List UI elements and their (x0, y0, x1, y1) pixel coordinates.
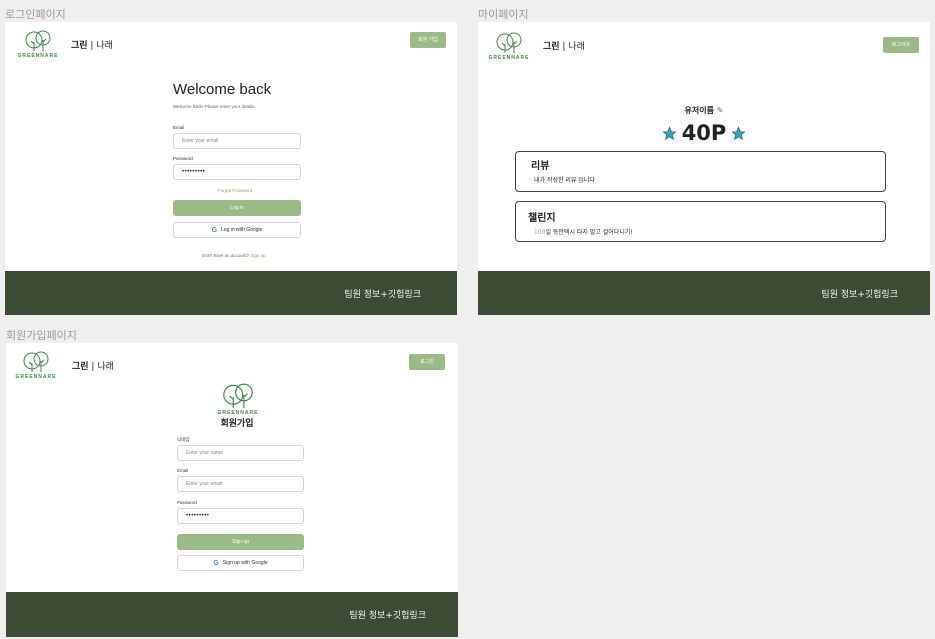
google-icon: G (213, 559, 219, 567)
login-nav-button[interactable]: 로그인 (409, 354, 445, 370)
email-field[interactable]: Enter your email (173, 133, 301, 149)
challenge-number: 100 (534, 229, 546, 236)
google-signup-label: Sign up with Google (222, 560, 268, 566)
review-card[interactable]: 리뷰 내가 작성한 리뷰 입니다 (515, 151, 886, 192)
login-subtitle: Welcome back! Please enter your details. (173, 104, 256, 109)
logo-text: GREENNARE (15, 374, 57, 380)
challenge-title: 챌린지 (528, 213, 556, 224)
tree-logo-icon (496, 32, 522, 53)
star-badge-icon (662, 125, 677, 140)
center-logo: GREENNARE (211, 383, 265, 416)
password-field[interactable]: ••••••••• (173, 164, 301, 180)
footer: 팀원 정보+깃헙링크 (5, 271, 457, 315)
brand-name: 그린 | 나래 (72, 359, 114, 372)
login-frame-label: 로그인페이지 (5, 8, 66, 21)
brand-rest: 나래 (97, 362, 114, 372)
forgot-password-link[interactable]: Forgot Password (218, 188, 252, 193)
brand-bold: 그린 (72, 362, 89, 372)
tree-logo-icon (23, 351, 49, 372)
mypage-frame-label: 마이페이지 (478, 8, 529, 21)
logout-button[interactable]: 로그아웃 (883, 37, 919, 53)
google-signup-button[interactable]: G Sign up with Google (177, 555, 304, 571)
password-field[interactable]: ••••••••• (177, 508, 304, 524)
tree-logo-icon (25, 30, 51, 51)
brand-sep: | (559, 42, 569, 52)
logo-text: GREENNARE (17, 53, 59, 59)
mypage-frame: GREENNARE 그린 | 나래 로그아웃 유저이름 ✎ 40P 리뷰 내가 … (478, 22, 930, 315)
login-title: Welcome back (173, 81, 272, 98)
tree-logo-icon (223, 383, 253, 408)
email-label: Email (173, 125, 185, 130)
challenge-card[interactable]: 챌린지 100일 동안택시 타지 말고 걸어다니기! (515, 201, 886, 242)
footer: 팀원 정보+깃헙링크 (6, 592, 458, 637)
logo[interactable]: GREENNARE (13, 351, 59, 380)
signup-nav-button[interactable]: 회원 가입 (410, 32, 446, 48)
challenge-description: 일 동안택시 타지 말고 걸어다니기! (545, 229, 633, 236)
google-icon: G (211, 226, 218, 234)
review-title: 리뷰 (531, 161, 550, 172)
signup-title: 회원가입 (220, 419, 254, 429)
challenge-text: 100일 동안택시 타지 말고 걸어다니기! (534, 227, 633, 236)
password-label: Password (177, 500, 197, 505)
brand-sep: | (87, 41, 97, 51)
brand-bold: 그린 (543, 42, 560, 52)
google-login-button[interactable]: G Log in with Google (173, 222, 301, 238)
brand-bold: 그린 (71, 41, 88, 51)
email-label: Email (177, 468, 189, 473)
signup-frame: GREENNARE 그린 | 나래 로그인 GREENNARE 회원가입 닉네임… (6, 343, 458, 637)
signup-frame-label: 회원가입페이지 (6, 329, 77, 342)
no-account-text: Don't have an account? (202, 253, 250, 258)
footer-text[interactable]: 팀원 정보+깃헙링크 (821, 287, 898, 300)
logo-text: GREENNARE (488, 55, 530, 61)
footer-text[interactable]: 팀원 정보+깃헙링크 (349, 608, 426, 621)
star-badge-icon (731, 125, 746, 140)
footer-text[interactable]: 팀원 정보+깃헙링크 (344, 287, 421, 300)
login-button[interactable]: Log in (173, 200, 301, 216)
points-value: 40P (681, 121, 727, 145)
edit-pencil-icon[interactable]: ✎ (717, 106, 724, 115)
username-row: 유저이름 ✎ (478, 105, 930, 116)
nickname-label: 닉네임 (177, 438, 190, 443)
nickname-field[interactable]: Enter your name (177, 445, 304, 461)
brand-sep: | (88, 362, 98, 372)
brand-name: 그린 | 나래 (543, 39, 585, 52)
signup-link[interactable]: Sign up (250, 253, 265, 258)
points-row: 40P (478, 121, 930, 145)
brand-name: 그린 | 나래 (71, 38, 113, 51)
email-field[interactable]: Enter your email (177, 476, 304, 492)
signup-button[interactable]: Sign up (177, 534, 304, 550)
logo[interactable]: GREENNARE (486, 32, 532, 61)
review-text: 내가 작성한 리뷰 입니다 (534, 177, 595, 184)
footer: 팀원 정보+깃헙링크 (478, 271, 930, 315)
username: 유저이름 (684, 106, 714, 115)
signup-prompt: Don't have an account? Sign up (202, 253, 266, 258)
brand-rest: 나래 (568, 42, 585, 52)
brand-rest: 나래 (96, 41, 113, 51)
password-label: Password (173, 156, 193, 161)
google-login-label: Log in with Google (221, 227, 263, 233)
logo[interactable]: GREENNARE (15, 30, 61, 59)
login-frame: GREENNARE 그린 | 나래 회원 가입 Welcome back Wel… (5, 22, 457, 315)
